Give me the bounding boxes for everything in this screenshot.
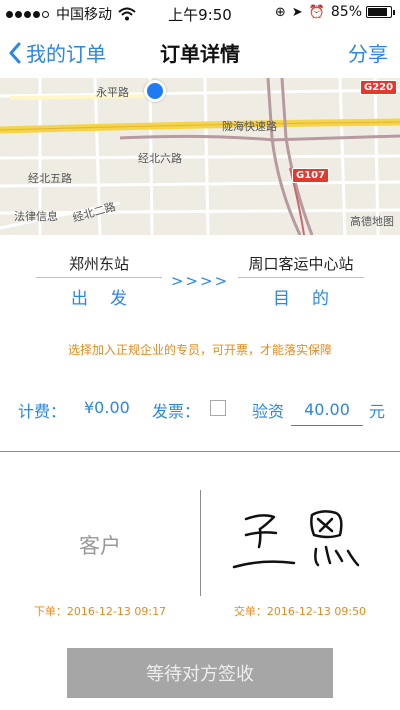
fee-row: 计费： ¥0.00 发票： 验资 元 (0, 394, 400, 428)
handover-time: 交单：2016-12-13 09:50 (233, 605, 367, 618)
status-left: 中国移动 (6, 4, 136, 24)
chevron-left-icon (9, 42, 21, 63)
deposit-unit: 元 (369, 402, 386, 421)
current-location-marker (144, 80, 166, 102)
alarm-icon: ⏰ (308, 4, 325, 20)
signature-divider (200, 490, 201, 596)
map-label-longhai-expressway: 陇海快速路 (222, 120, 277, 133)
destination-station: 周口客运中心站 目的 (238, 250, 364, 309)
status-right: ⊕ ➤ ⏰ 85% (274, 4, 395, 20)
deposit-input[interactable] (291, 394, 363, 426)
map-label-jingbei-five-road: 经北五路 (28, 172, 72, 185)
deposit-label: 验资 (252, 402, 285, 421)
destination-label: 目的 (273, 289, 351, 309)
map-legal-info-link[interactable]: 法律信息 (14, 208, 58, 224)
share-button[interactable]: 分享 (348, 38, 388, 67)
back-label: 我的订单 (26, 42, 106, 66)
section-divider (0, 451, 400, 452)
handwritten-signature (232, 510, 360, 569)
destination-station-name: 周口客运中心站 (238, 250, 364, 278)
signal-strength-icon (6, 10, 51, 18)
rotation-lock-icon: ⊕ (274, 4, 286, 20)
order-time: 下单：2016-12-13 09:17 (33, 605, 167, 618)
map-view[interactable]: 永平路 陇海快速路 经北六路 经北五路 法律信息 经北二路 G220 G107 … (0, 78, 400, 235)
customer-signature-placeholder[interactable]: 客户 (0, 530, 200, 560)
fee-label: 计费： (18, 402, 67, 421)
map-badge-g107: G107 (292, 168, 330, 183)
map-label-yongping-road: 永平路 (96, 86, 129, 99)
nav-bar: 我的订单 订单详情 分享 (0, 26, 400, 78)
route-arrows: >>>> (170, 272, 230, 290)
location-arrow-icon: ➤ (291, 4, 303, 20)
map-label-jingbei-six-road: 经北六路 (138, 152, 182, 165)
map-badge-g220: G220 (360, 80, 398, 95)
departure-label: 出发 (71, 289, 149, 309)
map-roads (0, 78, 400, 235)
invoice-label: 发票： (152, 402, 201, 421)
notice-text: 选择加入正规企业的专员，可开票，才能落实保障 (67, 343, 332, 357)
map-logo: 高德地图 (350, 215, 394, 228)
wifi-icon (118, 7, 136, 21)
battery-percent: 85% (330, 4, 362, 20)
departure-station: 郑州东站 出发 (36, 250, 162, 309)
wait-for-receipt-button[interactable]: 等待对方签收 (67, 648, 333, 698)
back-button[interactable]: 我的订单 (8, 38, 106, 67)
carrier-name: 中国移动 (56, 7, 112, 23)
invoice-checkbox[interactable] (210, 400, 226, 416)
departure-station-name: 郑州东站 (36, 250, 162, 278)
battery-icon (366, 6, 395, 18)
status-bar: 中国移动 上午9:50 ⊕ ➤ ⏰ 85% (0, 0, 400, 26)
fee-value: ¥0.00 (84, 398, 130, 417)
